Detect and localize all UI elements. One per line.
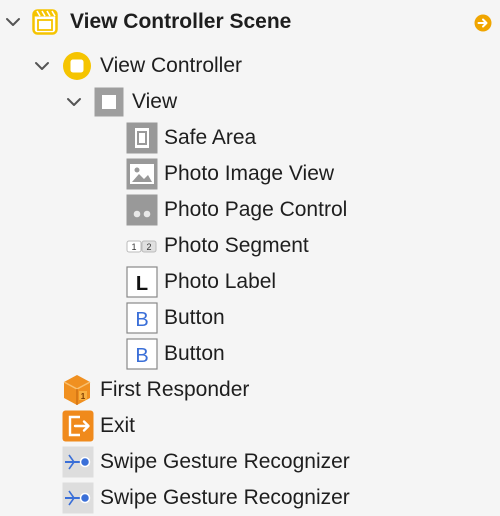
chevron-down-icon[interactable] (66, 94, 82, 110)
outline-row-view-controller[interactable]: View Controller (0, 48, 500, 84)
button-icon: B (126, 338, 158, 370)
outline-row-swipe-gesture-recognizer[interactable]: Swipe Gesture Recognizer (0, 444, 500, 480)
photo-image-view-label: Photo Image View (164, 162, 335, 185)
view-icon (94, 87, 124, 117)
button-label: Button (164, 306, 225, 329)
storyboard-scene-icon (32, 9, 58, 35)
scene-label: View Controller Scene (70, 10, 292, 33)
photo-page-control-label: Photo Page Control (164, 198, 348, 221)
view-controller-label: View Controller (100, 54, 243, 77)
outline-row-button[interactable]: B Button (0, 336, 500, 372)
svg-text:B: B (135, 309, 148, 331)
photo-label-label: Photo Label (164, 270, 277, 293)
swipe-gesture-recognizer-label: Swipe Gesture Recognizer (100, 450, 350, 473)
view-controller-icon (62, 51, 92, 81)
document-outline: { "outline": { "scene": { "label": "View… (0, 0, 500, 516)
button-icon: B (126, 302, 158, 334)
outline-row-photo-image-view[interactable]: Photo Image View (0, 156, 500, 192)
outline-row-scene[interactable]: View Controller Scene (0, 4, 500, 40)
segmented-control-icon: 1 2 (126, 230, 158, 262)
outline-row-photo-page-control[interactable]: Photo Page Control (0, 192, 500, 228)
svg-text:1: 1 (81, 392, 86, 401)
svg-text:L: L (136, 273, 148, 295)
swipe-gesture-recognizer-label: Swipe Gesture Recognizer (100, 486, 350, 509)
outline-row-safe-area[interactable]: Safe Area (0, 120, 500, 156)
outline-row-first-responder[interactable]: 1 First Responder (0, 372, 500, 408)
safe-area-label: Safe Area (164, 126, 257, 149)
first-responder-label: First Responder (100, 378, 250, 401)
go-to-arrow-icon[interactable] (474, 14, 492, 32)
first-responder-icon: 1 (62, 374, 92, 406)
page-control-icon (126, 194, 158, 226)
outline-row-exit[interactable]: Exit (0, 408, 500, 444)
image-view-icon (126, 158, 158, 190)
chevron-down-icon[interactable] (5, 14, 21, 30)
outline-row-button[interactable]: B Button (0, 300, 500, 336)
chevron-down-icon[interactable] (34, 58, 50, 74)
svg-text:B: B (135, 345, 148, 367)
outline-row-photo-segment[interactable]: 1 2 Photo Segment (0, 228, 500, 264)
svg-text:1: 1 (131, 242, 136, 252)
svg-text:2: 2 (146, 242, 151, 252)
photo-segment-label: Photo Segment (164, 234, 309, 257)
swipe-gesture-icon (62, 446, 94, 478)
view-label: View (132, 90, 178, 113)
safe-area-icon (126, 122, 158, 154)
outline-row-photo-label[interactable]: L Photo Label (0, 264, 500, 300)
label-icon: L (126, 266, 158, 298)
outline-row-view[interactable]: View (0, 84, 500, 120)
outline-row-swipe-gesture-recognizer[interactable]: Swipe Gesture Recognizer (0, 480, 500, 516)
exit-label: Exit (100, 414, 136, 437)
exit-icon (62, 410, 94, 442)
button-label: Button (164, 342, 225, 365)
swipe-gesture-icon (62, 482, 94, 514)
